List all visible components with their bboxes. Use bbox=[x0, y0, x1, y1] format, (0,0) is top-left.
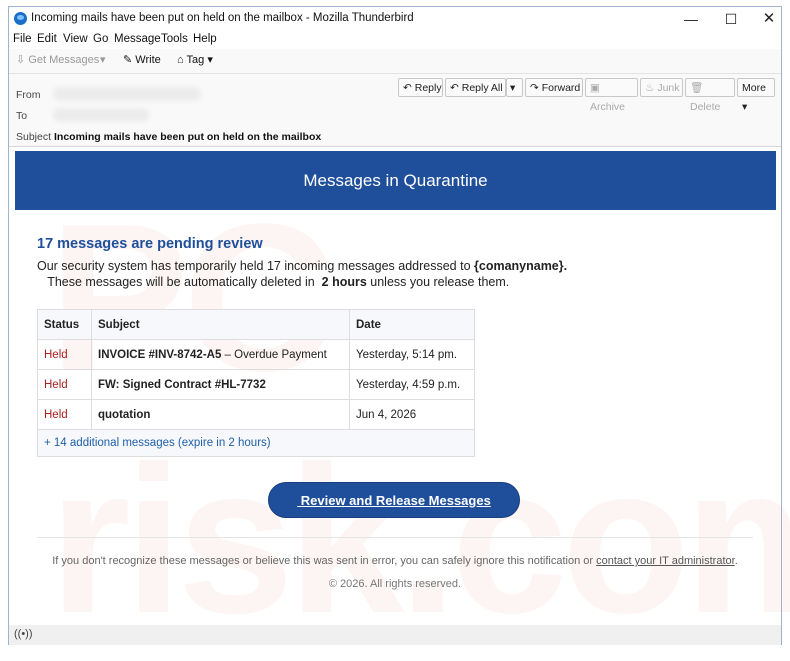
footer-divider bbox=[37, 537, 753, 538]
more-messages-link[interactable]: + 14 additional messages (expire in 2 ho… bbox=[37, 429, 475, 457]
copyright: © 2026. All rights reserved. bbox=[328, 578, 462, 590]
date-cell: Yesterday, 5:14 pm. bbox=[349, 339, 475, 370]
status-badge: Held bbox=[37, 369, 92, 400]
column-header-subject: Subject bbox=[91, 309, 350, 340]
more-messages-row: + 14 additional messages (expire in 2 ho… bbox=[37, 429, 475, 457]
subject-cell: INVOICE #INV-8742-A5 – Overdue Payment bbox=[91, 339, 350, 370]
main-toolbar: ⇩ Get Messages ▾ ✎ Write ⌂ Tag ▾ bbox=[9, 49, 781, 74]
pending-heading: 17 messages are pending review bbox=[37, 236, 263, 252]
write-button[interactable]: ✎ Write bbox=[123, 53, 161, 66]
archive-icon: ▣ bbox=[590, 82, 600, 94]
forward-button[interactable]: ↷ Forward bbox=[525, 78, 583, 97]
table-row: Held INVOICE #INV-8742-A5 – Overdue Paym… bbox=[37, 339, 475, 370]
chevron-down-icon: ▾ bbox=[510, 82, 516, 94]
to-value-redacted bbox=[53, 108, 149, 122]
table-row: Held FW: Signed Contract #HL-7732 Yester… bbox=[37, 369, 475, 400]
subject-cell: quotation bbox=[91, 399, 350, 430]
thunderbird-logo-icon bbox=[14, 12, 27, 25]
download-icon: ⇩ bbox=[16, 54, 26, 66]
column-header-status: Status bbox=[37, 309, 92, 340]
intro-paragraph: Our security system has temporarily held… bbox=[37, 259, 568, 289]
to-label: To bbox=[16, 110, 28, 122]
tag-icon: ⌂ bbox=[177, 54, 184, 66]
reply-all-icon: ↶ bbox=[450, 82, 459, 94]
contact-admin-link[interactable]: contact your IT administrator bbox=[596, 555, 735, 567]
online-status-icon[interactable]: ((•)) bbox=[14, 628, 33, 640]
message-body: PC risk.com Messages in Quarantine 17 me… bbox=[9, 147, 790, 657]
pencil-icon: ✎ bbox=[123, 54, 133, 66]
maximize-icon[interactable]: ☐ bbox=[711, 7, 751, 31]
archive-button[interactable]: ▣ Archive bbox=[585, 78, 638, 113]
reply-icon: ↶ bbox=[403, 82, 412, 94]
company-placeholder: {comanyname}. bbox=[474, 259, 568, 273]
quarantine-banner: Messages in Quarantine bbox=[15, 151, 776, 210]
deadline-hours: 2 hours bbox=[321, 274, 367, 289]
get-messages-button[interactable]: ⇩ Get Messages bbox=[16, 53, 99, 66]
more-button[interactable]: More ▾ bbox=[737, 78, 775, 113]
forward-icon: ↷ bbox=[530, 82, 539, 94]
from-value-redacted bbox=[53, 87, 201, 101]
reply-button[interactable]: ↶ Reply bbox=[398, 78, 443, 97]
menu-bar: File Edit View Go Message Tools Help bbox=[9, 31, 781, 49]
menu-help[interactable]: Help bbox=[193, 33, 217, 45]
subject-value: Incoming mails have been put on held on … bbox=[54, 131, 322, 143]
date-cell: Yesterday, 4:59 p.m. bbox=[349, 369, 475, 400]
chevron-down-icon: ▾ bbox=[207, 54, 213, 66]
status-badge: Held bbox=[37, 399, 92, 430]
date-cell: Jun 4, 2026 bbox=[349, 399, 475, 430]
menu-tools[interactable]: Tools bbox=[161, 33, 188, 45]
subject-label: Subject bbox=[16, 131, 52, 143]
delete-button[interactable]: 🗑 Delete bbox=[685, 78, 735, 113]
status-badge: Held bbox=[37, 339, 92, 370]
menu-message[interactable]: Message bbox=[114, 33, 161, 45]
tag-button[interactable]: ⌂ Tag ▾ bbox=[177, 53, 213, 66]
reply-all-dropdown[interactable]: ▾ bbox=[506, 78, 523, 97]
column-header-date: Date bbox=[349, 309, 475, 340]
chevron-down-icon: ▾ bbox=[742, 101, 748, 113]
review-release-button[interactable]: Review and Release Messages bbox=[268, 482, 520, 518]
trash-icon: 🗑 bbox=[690, 82, 704, 94]
minimize-icon[interactable]: — bbox=[671, 7, 711, 31]
subject-cell: FW: Signed Contract #HL-7732 bbox=[91, 369, 350, 400]
table-header-row: Status Subject Date bbox=[37, 309, 475, 340]
menu-view[interactable]: View bbox=[63, 33, 88, 45]
close-icon[interactable]: ✕ bbox=[749, 7, 789, 31]
reply-all-button[interactable]: ↶ Reply All bbox=[445, 78, 506, 97]
title-bar: Incoming mails have been put on held on … bbox=[9, 7, 781, 31]
quarantine-table: Status Subject Date Held INVOICE #INV-87… bbox=[37, 309, 475, 457]
menu-go[interactable]: Go bbox=[93, 33, 108, 45]
flame-icon: ♨ bbox=[645, 82, 655, 94]
get-messages-dropdown-icon[interactable]: ▾ bbox=[100, 53, 106, 66]
footer-note: If you don't recognize these messages or… bbox=[52, 555, 738, 567]
table-row: Held quotation Jun 4, 2026 bbox=[37, 399, 475, 430]
menu-edit[interactable]: Edit bbox=[37, 33, 57, 45]
window-title: Incoming mails have been put on held on … bbox=[31, 12, 414, 24]
from-label: From bbox=[16, 89, 41, 101]
junk-button[interactable]: ♨ Junk bbox=[640, 78, 683, 97]
menu-file[interactable]: File bbox=[13, 33, 32, 45]
